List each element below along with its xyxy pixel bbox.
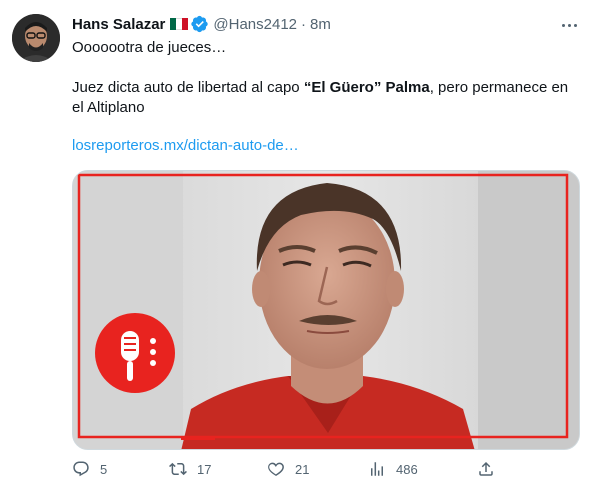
author-handle[interactable]: @Hans2412 [213,16,297,33]
mexico-flag-icon [170,18,189,30]
headline-quote: “El Güero” [303,79,382,96]
share-button[interactable] [477,460,495,478]
reply-button[interactable]: 5 [72,460,107,478]
tweet-text-line-3: el Altiplano [72,99,145,116]
views-count: 486 [396,461,418,477]
avatar[interactable] [12,14,60,62]
reply-icon [73,461,89,477]
views-button[interactable]: 486 [368,460,418,478]
tweet-text-line-2: Juez dicta auto de libertad al capo “El … [72,78,587,98]
tweet-time[interactable]: 8m [310,16,331,33]
microphone-logo-icon [95,313,175,393]
tweet-text-line-1: Ooooootra de jueces… [72,39,227,56]
tweet-media-image[interactable] [72,170,580,450]
article-link[interactable]: losreporteros.mx/dictan-auto-de… [72,137,299,154]
headline-bold: Palma [385,79,430,96]
retweet-count: 17 [197,461,212,477]
retweet-button[interactable]: 17 [169,460,211,478]
headline-suffix: , pero permanece en [429,79,569,96]
tweet-actions: 5 17 21 486 [72,460,502,483]
separator-dot: · [301,15,307,33]
tweet-header: Hans Salazar @Hans2412 · 8m [72,14,331,34]
like-button[interactable]: 21 [267,460,309,478]
heart-icon [268,462,284,477]
author-name[interactable]: Hans Salazar [72,16,165,33]
like-count: 21 [295,461,310,477]
tweet[interactable]: Hans Salazar @Hans2412 · 8m Ooooootra de… [0,0,603,483]
share-icon [479,461,493,476]
headline-prefix: Juez dicta auto de libertad al capo [72,79,304,96]
reply-count: 5 [100,461,108,477]
retweet-icon [169,462,187,476]
more-icon[interactable] [557,16,581,34]
verified-badge-icon [191,15,209,33]
views-icon [371,462,383,476]
